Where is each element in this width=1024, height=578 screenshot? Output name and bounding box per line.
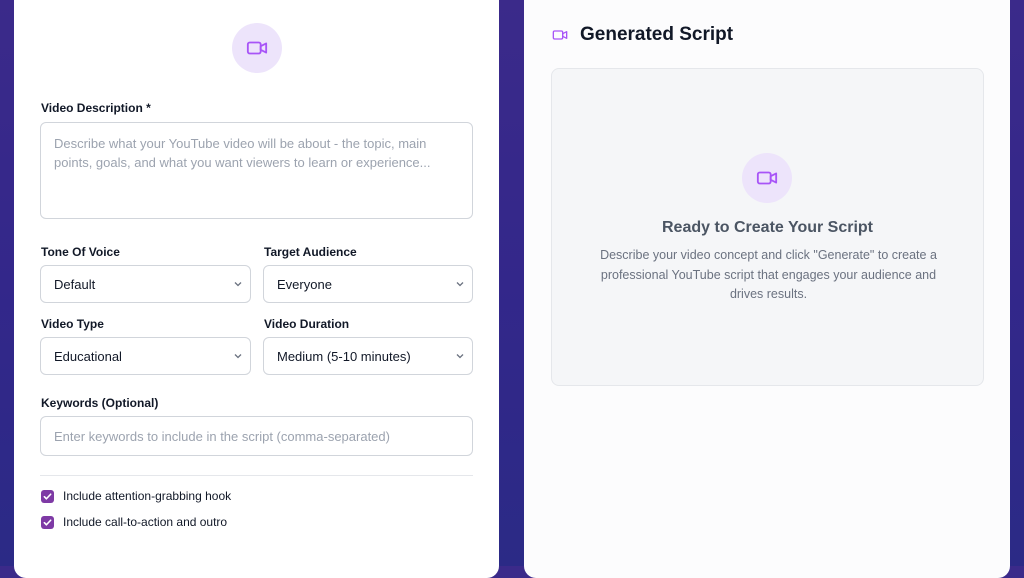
hook-option-label: Include attention-grabbing hook — [63, 489, 232, 503]
description-label: Video Description * — [41, 101, 151, 115]
hook-option[interactable]: Include attention-grabbing hook — [41, 489, 231, 503]
tone-select[interactable]: Default — [40, 265, 251, 303]
empty-state-title: Ready to Create Your Script — [661, 219, 874, 236]
description-field[interactable] — [40, 122, 473, 219]
video-type-value: Educational — [54, 348, 122, 364]
video-camera-icon — [552, 30, 568, 40]
output-title: Generated Script — [580, 24, 734, 45]
audience-select[interactable]: Everyone — [263, 265, 473, 303]
video-camera-icon — [756, 171, 778, 185]
duration-value: Medium (5-10 minutes) — [277, 348, 411, 364]
duration-label: Video Duration — [264, 317, 350, 331]
checkmark-icon — [43, 518, 52, 526]
video-icon-badge — [232, 23, 282, 73]
keywords-label: Keywords (Optional) — [41, 396, 159, 410]
form-divider — [40, 475, 473, 476]
audience-label: Target Audience — [264, 245, 357, 259]
output-header: Generated Script — [552, 24, 733, 46]
empty-state: Ready to Create Your Script Describe you… — [551, 68, 984, 386]
empty-state-icon-badge — [742, 153, 792, 203]
cta-checkbox[interactable] — [41, 515, 54, 529]
hook-checkbox[interactable] — [41, 489, 54, 503]
empty-state-description: Describe your video concept and click "G… — [600, 248, 937, 301]
tone-label: Tone Of Voice — [41, 245, 120, 259]
video-camera-icon — [246, 41, 268, 55]
cta-option-label: Include call-to-action and outro — [63, 515, 228, 529]
duration-select[interactable]: Medium (5-10 minutes) — [263, 337, 473, 375]
video-type-label: Video Type — [41, 317, 104, 331]
keywords-input[interactable] — [40, 416, 473, 456]
cta-option[interactable]: Include call-to-action and outro — [41, 515, 227, 529]
script-form-panel: Video Description * Tone Of Voice Defaul… — [14, 0, 499, 578]
chevron-down-icon — [234, 282, 242, 287]
tone-value: Default — [54, 276, 96, 292]
audience-value: Everyone — [277, 276, 332, 292]
generated-script-panel: Generated Script Ready to Create Your Sc… — [524, 0, 1010, 578]
checkmark-icon — [43, 492, 52, 500]
chevron-down-icon — [456, 282, 464, 287]
video-type-select[interactable]: Educational — [40, 337, 251, 375]
chevron-down-icon — [234, 354, 242, 359]
chevron-down-icon — [456, 354, 464, 359]
